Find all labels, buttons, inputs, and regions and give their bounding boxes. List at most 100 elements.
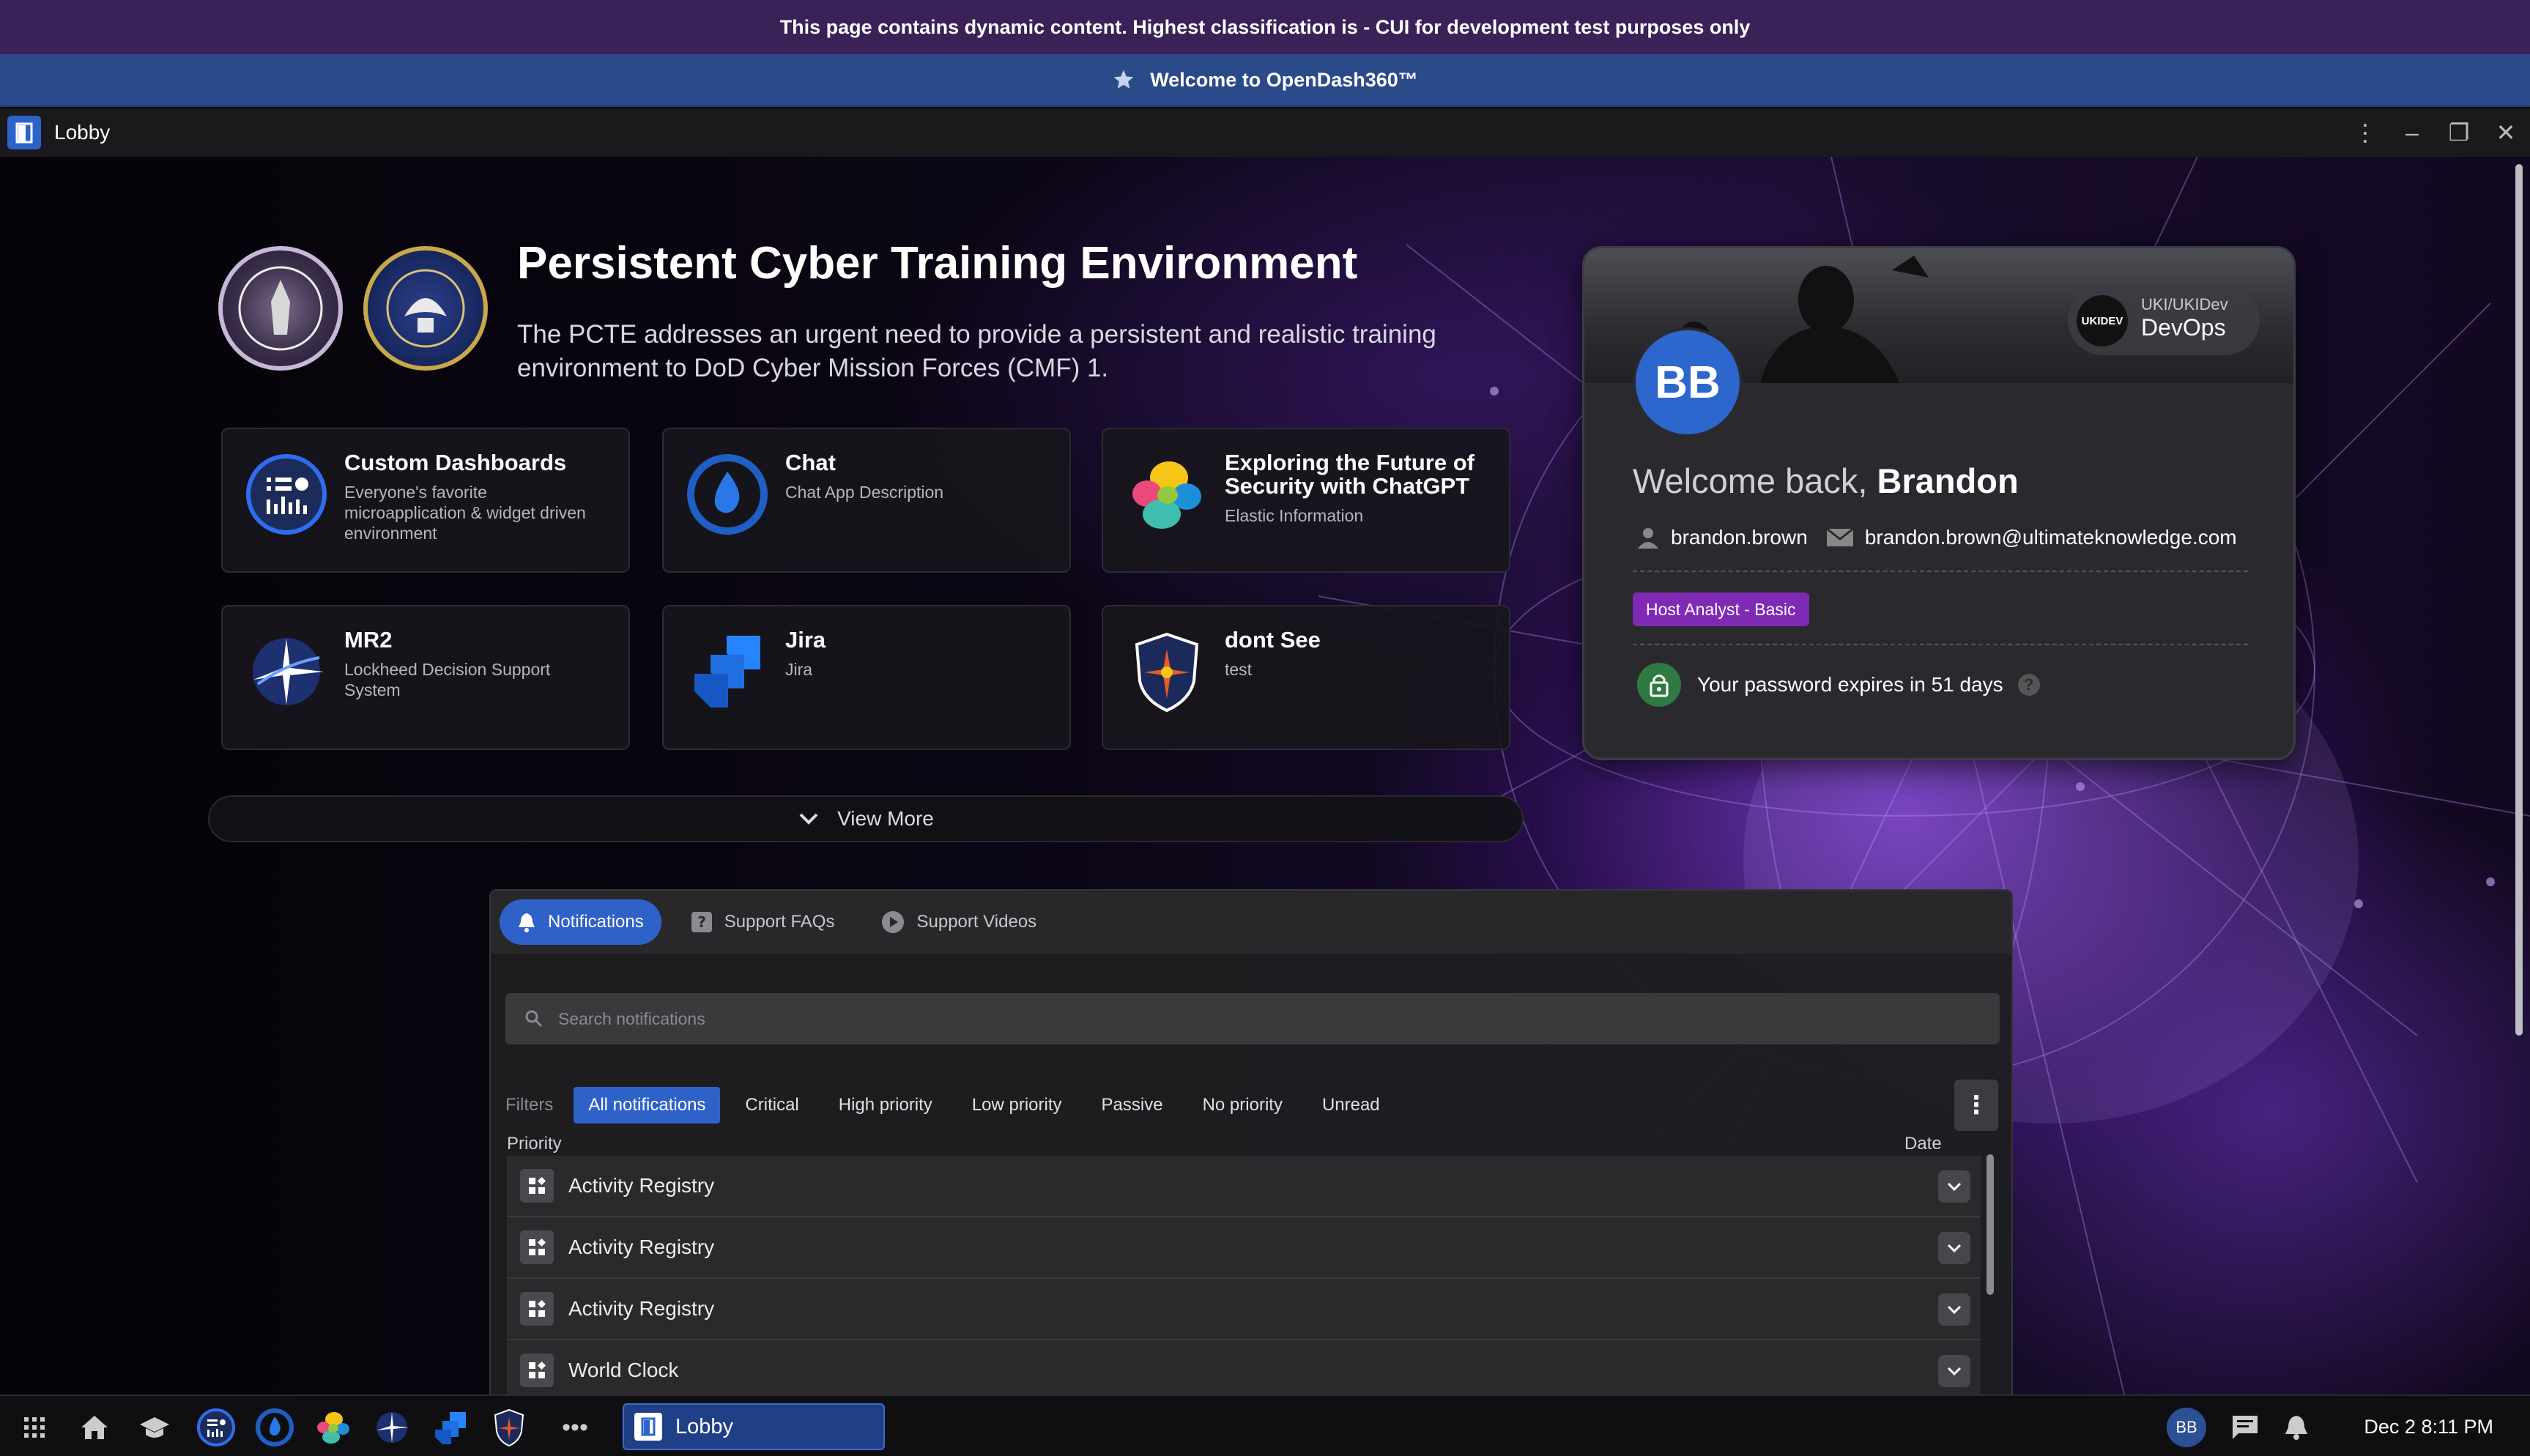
column-header-priority[interactable]: Priority <box>507 1134 562 1154</box>
user-first-name: Brandon <box>1877 461 2019 500</box>
notifications-list: Activity Registry Activity Registry Acti… <box>507 1156 1981 1394</box>
close-icon[interactable]: ✕ <box>2493 119 2518 146</box>
minimize-icon[interactable]: – <box>2400 119 2425 146</box>
hero-description: The PCTE addresses an urgent need to pro… <box>517 320 1436 382</box>
user-identity-row: brandon.brown brandon.brown@ultimateknow… <box>1636 525 2237 550</box>
window-titlebar: Lobby ⋮ – ❐ ✕ <box>0 108 2530 157</box>
tile-title: Exploring the Future of Security with Ch… <box>1225 450 1474 499</box>
mail-icon <box>1825 527 1854 546</box>
tile-exploring-chatgpt[interactable]: Exploring the Future of Security with Ch… <box>1102 428 1510 573</box>
user-email: brandon.brown@ultimateknowledge.com <box>1864 526 2237 549</box>
tab-label: Support Videos <box>916 912 1037 932</box>
filter-no-priority[interactable]: No priority <box>1188 1087 1297 1123</box>
bell-icon[interactable] <box>2275 1406 2318 1449</box>
user-avatar-button[interactable]: BB <box>2167 1408 2206 1447</box>
taskbar: ••• Lobby BB Dec 2 8:11 PM <box>0 1394 2530 1456</box>
search-icon <box>525 1010 543 1028</box>
tile-custom-dashboards[interactable]: Custom Dashboards Everyone's favorite mi… <box>221 428 630 573</box>
jira-icon <box>694 636 760 707</box>
taskbar-item-label: Lobby <box>675 1414 734 1438</box>
chevron-down-icon <box>1947 1182 1962 1192</box>
filter-low-priority[interactable]: Low priority <box>957 1087 1077 1123</box>
welcome-banner-text: Welcome to OpenDash360™ <box>1150 68 1418 91</box>
tile-title: Chat <box>785 450 836 475</box>
classification-banner: This page contains dynamic content. High… <box>0 0 2530 54</box>
profile-card: BB UKIDEV UKI/UKIDev DevOps Welcome back… <box>1582 246 2296 760</box>
tab-support-faqs[interactable]: ? Support FAQs <box>673 899 853 945</box>
elastic-icon[interactable] <box>312 1406 355 1449</box>
welcome-banner: Welcome to OpenDash360™ <box>0 54 2530 107</box>
column-header-date[interactable]: Date <box>1904 1134 1942 1154</box>
pcte-seal-logo <box>218 246 343 371</box>
notifications-scrollbar[interactable] <box>1986 1154 1994 1295</box>
window-title: Lobby <box>54 121 111 144</box>
filter-unread[interactable]: Unread <box>1307 1087 1395 1123</box>
tile-description: Jira <box>785 660 813 679</box>
lock-icon <box>1637 663 1681 707</box>
expand-row-button[interactable] <box>1938 1170 1970 1203</box>
tile-jira[interactable]: Jira Jira <box>662 605 1071 750</box>
widget-icon <box>520 1169 554 1203</box>
more-options-button[interactable]: ⋮ <box>1954 1080 1998 1131</box>
chevron-down-icon <box>1947 1244 1962 1253</box>
notification-filters: Filters All notifications Critical High … <box>505 1087 1395 1123</box>
tab-support-videos[interactable]: Support Videos <box>864 899 1054 945</box>
jira-icon[interactable] <box>429 1406 472 1449</box>
view-more-button[interactable]: View More <box>208 795 1524 842</box>
lockheed-star-icon <box>253 638 324 705</box>
tile-title: Custom Dashboards <box>344 450 567 475</box>
home-icon[interactable] <box>73 1406 116 1449</box>
filter-passive[interactable]: Passive <box>1087 1087 1178 1123</box>
expand-row-button[interactable] <box>1938 1232 1970 1264</box>
notification-row[interactable]: Activity Registry <box>507 1217 1981 1279</box>
org-logo: UKIDEV <box>2077 295 2128 346</box>
chat-bubble-icon[interactable] <box>2224 1406 2266 1449</box>
notification-row[interactable]: Activity Registry <box>507 1279 1981 1340</box>
taskbar-item-lobby[interactable]: Lobby <box>623 1403 885 1450</box>
search-notifications-input[interactable]: Search notifications <box>505 993 2000 1044</box>
shield-crest-icon[interactable] <box>488 1406 530 1449</box>
expand-row-button[interactable] <box>1938 1293 1970 1326</box>
notification-row[interactable]: Activity Registry <box>507 1156 1981 1217</box>
chevron-down-icon <box>1947 1305 1962 1315</box>
notifications-panel: Notifications ? Support FAQs Support Vid… <box>489 889 2013 1394</box>
tile-description: Chat App Description <box>785 483 944 502</box>
more-apps-icon[interactable]: ••• <box>554 1406 596 1449</box>
filter-high-priority[interactable]: High priority <box>824 1087 947 1123</box>
chevron-down-icon <box>1947 1367 1962 1376</box>
expand-row-button[interactable] <box>1938 1355 1970 1387</box>
filter-all-notifications[interactable]: All notifications <box>574 1087 721 1123</box>
tile-dont-see[interactable]: dont See test <box>1102 605 1510 750</box>
notification-title: World Clock <box>568 1359 679 1381</box>
organization-selector[interactable]: UKIDEV UKI/UKIDev DevOps <box>2068 285 2260 355</box>
tab-notifications[interactable]: Notifications <box>500 899 661 945</box>
hero-title: Persistent Cyber Training Environment <box>517 238 1358 289</box>
tile-title: MR2 <box>344 627 393 653</box>
chat-drop-icon[interactable] <box>253 1406 296 1449</box>
app-launcher-grid-icon[interactable] <box>13 1406 56 1449</box>
filter-critical[interactable]: Critical <box>730 1087 813 1123</box>
help-icon[interactable]: ? <box>2017 674 2040 696</box>
page-scrollbar[interactable] <box>2515 164 2523 1036</box>
tab-label: Support FAQs <box>724 912 835 932</box>
chat-drop-icon <box>687 454 768 535</box>
divider <box>1633 644 2248 645</box>
lockheed-star-icon[interactable] <box>371 1406 413 1449</box>
dashboard-icon[interactable] <box>195 1406 237 1449</box>
graduation-cap-icon[interactable] <box>133 1406 176 1449</box>
tile-mr2[interactable]: MR2 Lockheed Decision Support System <box>221 605 630 750</box>
welcome-prefix: Welcome back, <box>1633 461 1877 500</box>
tile-title: dont See <box>1225 627 1321 653</box>
notification-row[interactable]: World Clock <box>507 1340 1981 1394</box>
more-icon[interactable]: ⋮ <box>2353 119 2378 146</box>
taskbar-clock[interactable]: Dec 2 8:11 PM <box>2364 1396 2493 1456</box>
password-expiry-row: Your password expires in 51 days ? <box>1637 663 2040 707</box>
tile-title: Jira <box>785 627 826 653</box>
tile-description: Everyone's favorite microapplication & w… <box>344 483 586 543</box>
org-name: DevOps <box>2141 314 2226 341</box>
tile-chat[interactable]: Chat Chat App Description <box>662 428 1071 573</box>
tile-description: test <box>1225 660 1253 679</box>
maximize-icon[interactable]: ❐ <box>2446 119 2471 146</box>
lobby-app-icon <box>7 116 41 149</box>
avatar[interactable]: BB <box>1633 327 1743 437</box>
